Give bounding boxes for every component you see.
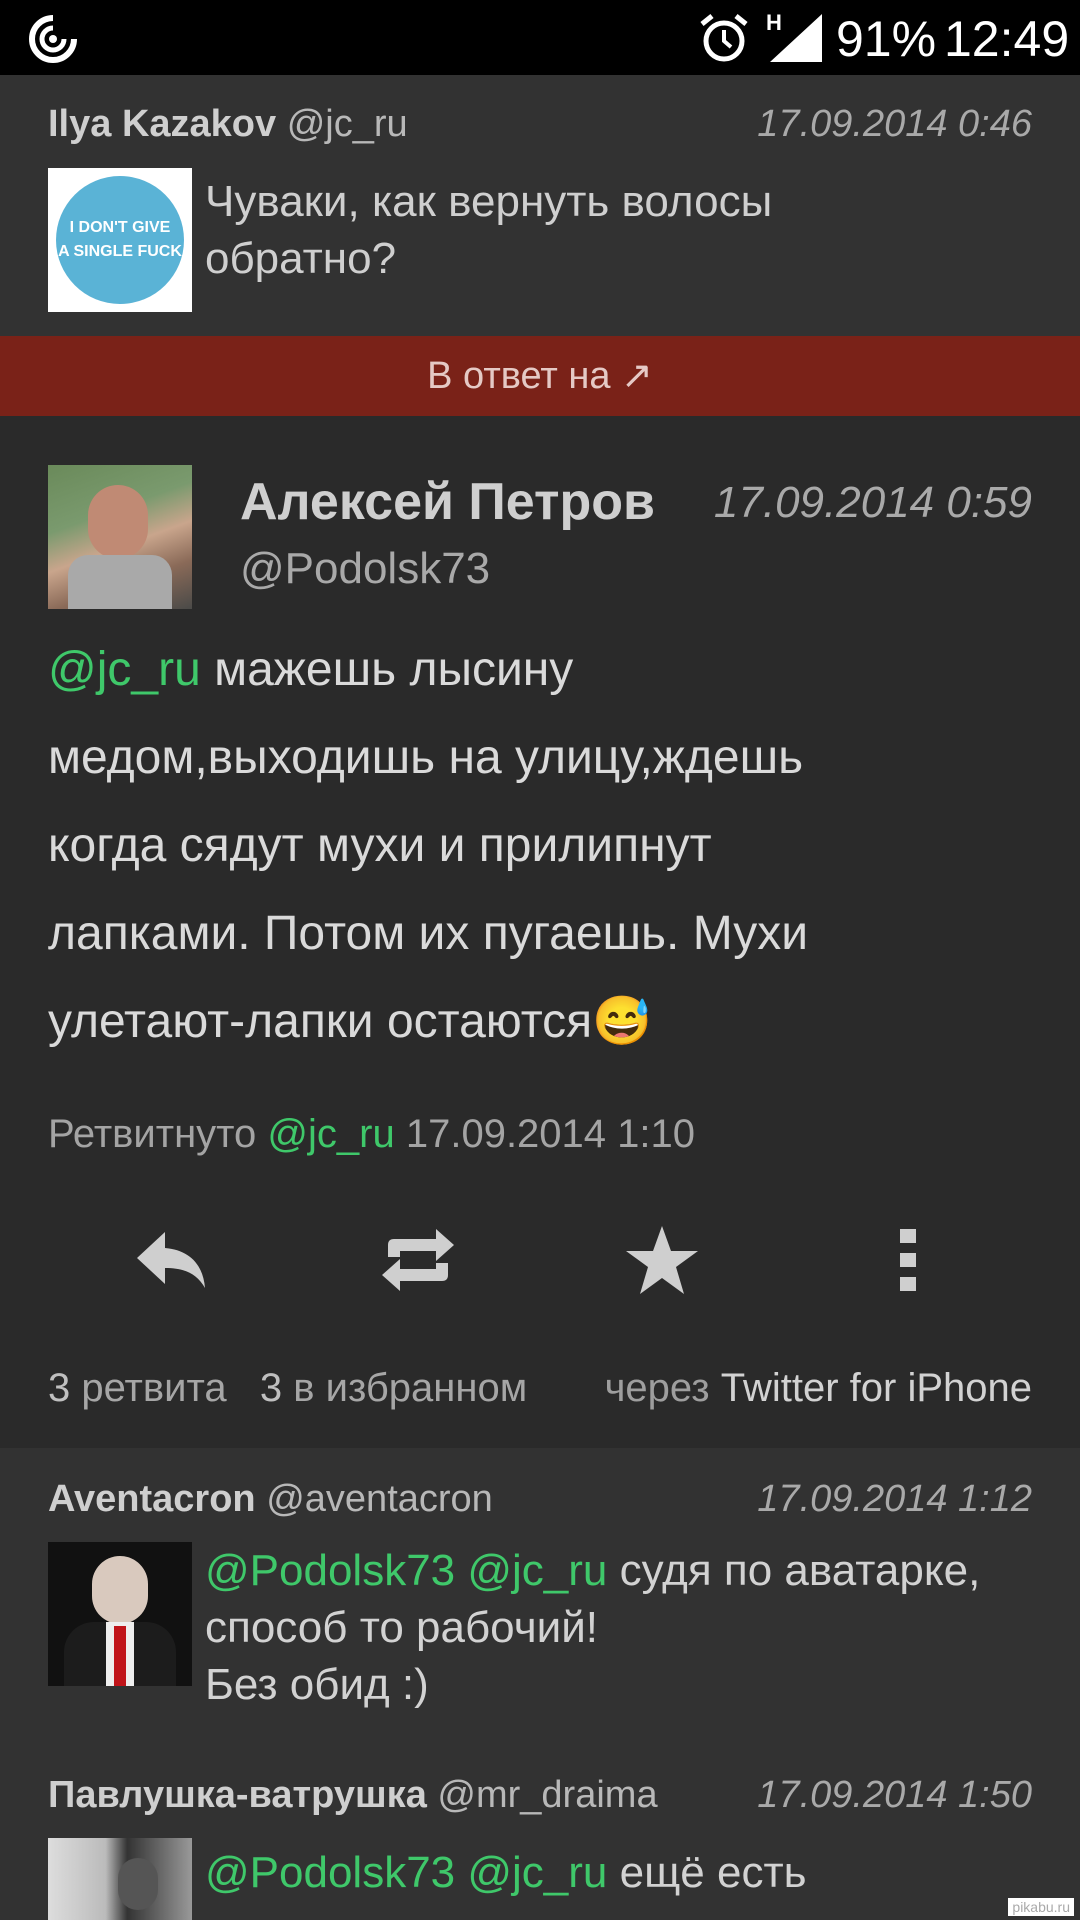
- tweet-date: 17.09.2014 0:59: [713, 478, 1032, 527]
- tweet-stats: 3 ретвита 3 в избранном: [48, 1366, 527, 1411]
- tweet-text-line: улетают-лапки остаются😅: [48, 978, 1038, 1066]
- favorites-label[interactable]: в избранном: [293, 1366, 527, 1410]
- more-options-button[interactable]: [858, 1210, 958, 1310]
- tweet-text: @Podolsk73 @jc_ru судя по аватарке, спос…: [205, 1542, 980, 1713]
- tweet-date: 17.09.2014 1:12: [757, 1478, 1032, 1520]
- mention-link[interactable]: @jc_ru: [267, 1112, 394, 1156]
- retweeted-label: Ретвитнуто: [48, 1112, 257, 1156]
- tweet-text-line: @Podolsk73 @jc_ru ещё есть: [205, 1844, 807, 1901]
- tweet-text-fragment: улетают-лапки остаются: [48, 995, 593, 1048]
- via-source: через Twitter for iPhone: [605, 1366, 1032, 1411]
- app-logo-icon: [29, 15, 77, 63]
- tweet-text: @Podolsk73 @jc_ru ещё есть: [205, 1844, 807, 1901]
- tweet-text-line: @jc_ru мажешь лысину: [48, 626, 1038, 714]
- avatar-caption-2: A SINGLE FUCK: [58, 243, 182, 260]
- tweet-text-fragment: ещё есть: [607, 1848, 807, 1897]
- clock: 12:49: [944, 11, 1070, 67]
- author-name[interactable]: Алексей Петров: [240, 472, 655, 532]
- author-name[interactable]: Павлушка-ватрушка: [48, 1774, 427, 1816]
- alarm-icon: [700, 14, 748, 62]
- reply-button[interactable]: [121, 1210, 221, 1310]
- retweets-count[interactable]: 3: [48, 1366, 70, 1410]
- tweet-date: 17.09.2014 1:50: [757, 1774, 1032, 1816]
- tweet-text-line: обратно?: [205, 234, 397, 283]
- retweet-button[interactable]: [368, 1210, 468, 1310]
- mention-link[interactable]: @jc_ru: [48, 643, 201, 696]
- author-name[interactable]: Ilya Kazakov: [48, 103, 276, 145]
- tweet-date: 17.09.2014 0:46: [757, 103, 1032, 145]
- favorite-button[interactable]: [612, 1210, 712, 1310]
- more-vert-icon: [900, 1229, 916, 1291]
- battery-level: 91%: [836, 11, 937, 67]
- smile-emoji-icon: 😅: [592, 995, 652, 1048]
- tweet-text-line: Чуваки, как вернуть волосы: [205, 177, 773, 226]
- author-name[interactable]: Aventacron: [48, 1478, 256, 1520]
- reply-tweet[interactable]: Aventacron @aventacron 17.09.2014 1:12 @…: [0, 1448, 1080, 1748]
- tweet-text-line: @Podolsk73 @jc_ru судя по аватарке,: [205, 1542, 980, 1599]
- tweet-text: Чуваки, как вернуть волосы обратно?: [205, 173, 772, 287]
- tweet-text-fragment: мажешь лысину: [200, 643, 574, 696]
- retweet-icon: [382, 1229, 454, 1291]
- star-icon: [626, 1226, 698, 1294]
- in-reply-to-bar[interactable]: В ответ на ↗: [0, 336, 1080, 416]
- signal-icon: [770, 14, 822, 62]
- retweets-label[interactable]: ретвита: [81, 1366, 226, 1410]
- favorites-count[interactable]: 3: [260, 1366, 282, 1410]
- avatar-caption-1: I DON'T GIVE: [69, 219, 171, 236]
- mention-link[interactable]: @Podolsk73 @jc_ru: [205, 1848, 607, 1897]
- tweet-actions: [0, 1210, 1080, 1310]
- avatar[interactable]: [48, 1838, 192, 1920]
- tweet-text-line: медом,выходишь на улицу,ждешь: [48, 731, 804, 784]
- tweet-text-line: лапками. Потом их пугаешь. Мухи: [48, 907, 809, 960]
- via-label: через: [604, 1366, 710, 1410]
- mention-link[interactable]: @Podolsk73 @jc_ru: [205, 1546, 607, 1595]
- reply-tweet[interactable]: Павлушка-ватрушка @mr_draima 17.09.2014 …: [0, 1748, 1080, 1920]
- status-bar: H 91% 12:49: [0, 0, 1080, 75]
- tweet-text-line: Без обид :): [205, 1660, 429, 1709]
- avatar[interactable]: [48, 1542, 192, 1686]
- retweeted-date: 17.09.2014 1:10: [405, 1112, 696, 1156]
- source-app: Twitter for iPhone: [720, 1366, 1032, 1410]
- retweeted-info: Ретвитнуто @jc_ru 17.09.2014 1:10: [48, 1112, 695, 1157]
- tweet-text: @jc_ru мажешь лысину медом,выходишь на у…: [48, 626, 1038, 1066]
- author-handle[interactable]: @Podolsk73: [240, 544, 490, 594]
- tweet-text-fragment: судя по аватарке,: [607, 1546, 981, 1595]
- author-handle[interactable]: @jc_ru: [287, 103, 408, 145]
- watermark: pikabu.ru: [1008, 1898, 1074, 1916]
- reply-icon: [137, 1232, 205, 1288]
- author-handle[interactable]: @aventacron: [266, 1478, 493, 1520]
- avatar[interactable]: [48, 465, 192, 609]
- parent-tweet[interactable]: Ilya Kazakov @jc_ru 17.09.2014 0:46 I DO…: [0, 75, 1080, 336]
- tweet-text-line: когда сядут мухи и прилипнут: [48, 819, 712, 872]
- avatar[interactable]: I DON'T GIVE A SINGLE FUCK: [48, 168, 192, 312]
- tweet-text-line: способ то рабочий!: [205, 1603, 598, 1652]
- author-handle[interactable]: @mr_draima: [437, 1774, 657, 1816]
